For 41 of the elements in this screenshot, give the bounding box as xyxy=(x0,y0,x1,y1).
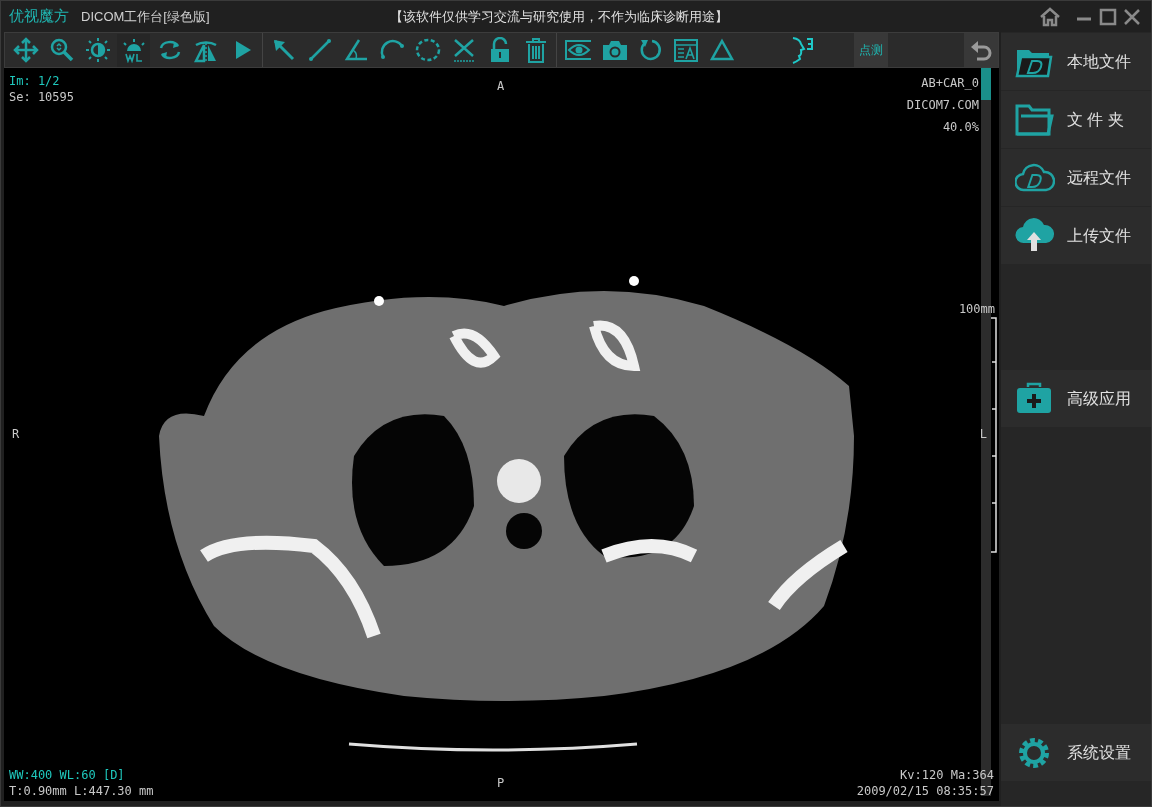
window-title: DICOM工作台[绿色版] xyxy=(81,7,210,26)
window-level-icon[interactable] xyxy=(120,37,147,63)
overlay-text: Im: 1/2 xyxy=(9,73,61,89)
app-name: 优视魔方 xyxy=(9,6,69,27)
text-annotation-icon[interactable] xyxy=(672,37,699,63)
notice-text: 【该软件仅供学习交流与研究使用，不作为临床诊断用途】 xyxy=(389,7,728,26)
sidebar-item[interactable]: 高级应用 xyxy=(1001,370,1151,427)
cloud-upload-icon xyxy=(1015,217,1055,254)
overlay-text: T:0.90mm L:447.30 mm xyxy=(9,783,154,799)
line-measure-icon[interactable] xyxy=(306,37,333,63)
brightness-icon[interactable] xyxy=(84,37,111,63)
triangle-icon[interactable] xyxy=(708,37,735,63)
face-profile-icon[interactable] xyxy=(790,35,816,65)
overlay-text: Kv:120 Ma:364 xyxy=(900,767,994,783)
overlay-text: DICOM7.COM xyxy=(906,97,979,113)
close-icon[interactable] xyxy=(1123,7,1141,26)
orientation-label: A xyxy=(497,78,505,94)
maximize-icon[interactable] xyxy=(1099,7,1117,26)
eye-icon[interactable] xyxy=(564,37,591,63)
sidebar-item[interactable]: 上传文件 xyxy=(1001,207,1151,264)
sidebar-item[interactable]: 本地文件 xyxy=(1001,33,1151,90)
zoom-icon[interactable] xyxy=(48,37,75,63)
orientation-label: L xyxy=(979,426,987,442)
overlay-text: 2009/02/15 08:35:57 xyxy=(856,783,994,799)
overlay-text: AB+CAR_0 xyxy=(921,75,979,91)
sidebar-item[interactable]: 文 件 夹 xyxy=(1001,91,1151,148)
overlay-text: WW:400 WL:60 [D] xyxy=(9,767,126,783)
undo-icon[interactable] xyxy=(969,39,993,61)
sidebar-item[interactable]: 远程文件 xyxy=(1001,149,1151,206)
sidebar-item[interactable]: 系统设置 xyxy=(1001,724,1151,781)
move-icon[interactable] xyxy=(12,37,39,63)
overlay-text: 40.0% xyxy=(942,119,979,135)
dashed-circle-icon[interactable] xyxy=(414,37,441,63)
angle-icon[interactable] xyxy=(342,37,369,63)
orientation-label: R xyxy=(12,426,20,442)
scale-label: 100mm xyxy=(958,301,995,317)
home-icon[interactable] xyxy=(1039,6,1061,27)
point-measure-button[interactable]: 点测 xyxy=(854,33,888,67)
overlay-text: Se: 10595 xyxy=(9,89,75,105)
scrollbar-thumb[interactable] xyxy=(981,68,991,100)
orientation-label: P xyxy=(497,775,505,791)
